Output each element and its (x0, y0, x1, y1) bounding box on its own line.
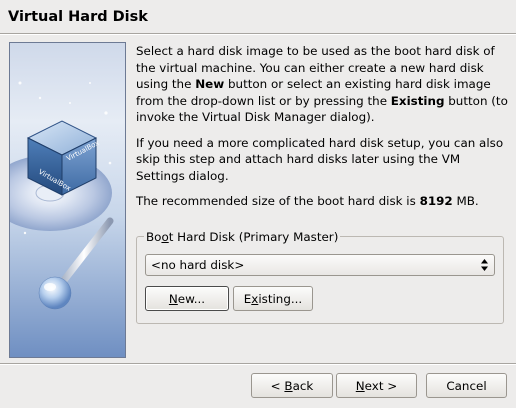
next-button[interactable]: Next > (336, 373, 417, 398)
up-down-arrows-icon (481, 259, 488, 271)
recommended-size-value: 8192 (419, 194, 453, 208)
dialog-title: Virtual Hard Disk (8, 9, 148, 25)
description-paragraph-3: The recommended size of the boot hard di… (136, 194, 479, 208)
description-paragraph-2: If you need a more complicated hard disk… (136, 135, 504, 183)
back-button[interactable]: < Back (251, 373, 333, 398)
hard-disk-combobox-value: <no hard disk> (151, 258, 245, 272)
description-text: Select a hard disk image to be used as t… (136, 43, 508, 219)
cancel-button[interactable]: Cancel (426, 373, 507, 398)
header-separator (0, 33, 516, 35)
existing-keyword: Existing (390, 93, 445, 108)
description-paragraph-1: Select a hard disk image to be used as t… (136, 44, 508, 124)
virtualbox-logo-icon: VirtualBox VirtualBox (10, 81, 114, 310)
hard-disk-combobox[interactable]: <no hard disk> (145, 254, 495, 276)
existing-hard-disk-button[interactable]: Ex isting... (233, 286, 313, 311)
boot-hard-disk-group-title: Boot Hard Disk (Primary Master) (144, 230, 341, 244)
footer-separator (0, 363, 516, 365)
new-hard-disk-button[interactable]: New... (145, 286, 229, 311)
new-keyword: New (195, 77, 225, 91)
virtualbox-banner-image: VirtualBox VirtualBox (9, 42, 126, 358)
